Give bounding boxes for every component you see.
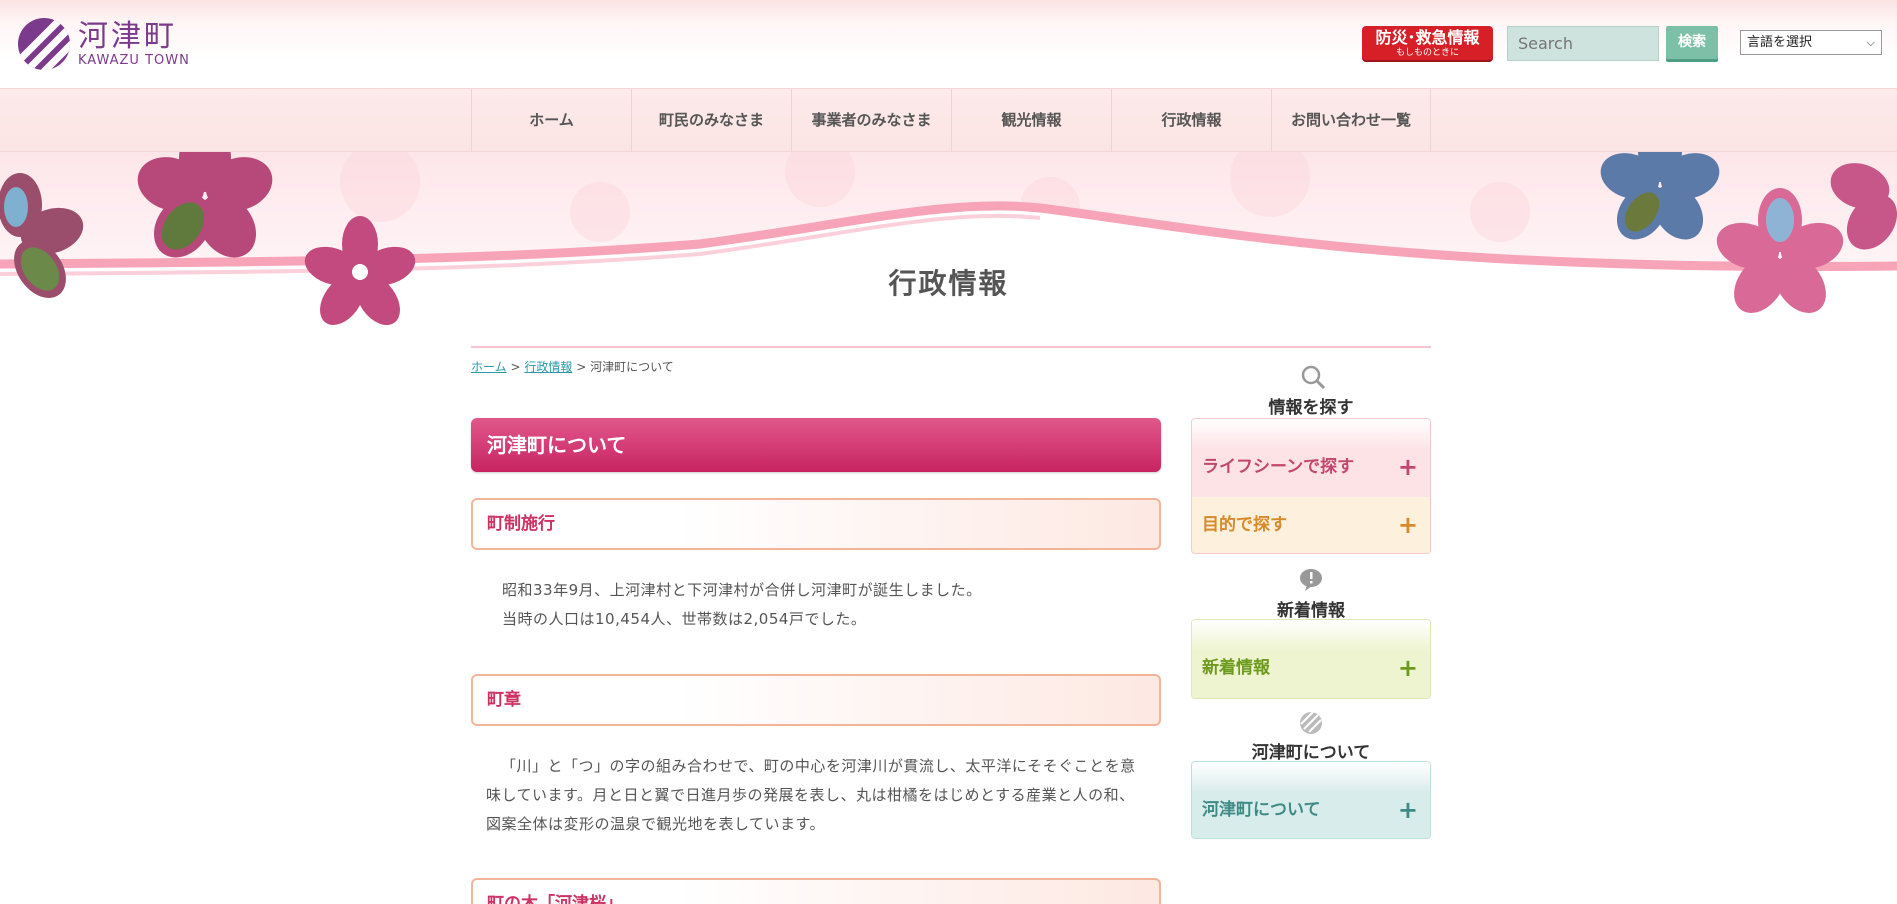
chevron-down-icon: ⌵: [1866, 36, 1875, 49]
section-heading-town-establishment: 町制施行: [471, 498, 1161, 550]
hero-banner: 行政情報: [0, 152, 1897, 332]
hero-title: 行政情報: [888, 267, 1009, 300]
content-divider: [471, 346, 1431, 348]
sidebar-about-box: 河津町について +: [1191, 761, 1431, 839]
sidebar-item-label: 新着情報: [1202, 658, 1270, 678]
plus-icon: +: [1397, 511, 1418, 539]
page-title: 河津町について: [471, 418, 1161, 472]
nav-item-administration[interactable]: 行政情報: [1111, 89, 1271, 152]
sidebar-news-title: 新着情報: [1277, 601, 1345, 621]
nav-item-residents[interactable]: 町民のみなさま: [631, 89, 791, 152]
magnifier-icon: [1301, 365, 1326, 390]
nav-item-home[interactable]: ホーム: [471, 89, 631, 152]
logo-title-en: KAWAZU TOWN: [78, 53, 190, 68]
global-nav: ホーム 町民のみなさま 事業者のみなさま 観光情報 行政情報 お問い合わせ一覧: [0, 88, 1897, 152]
breadcrumb-home-link[interactable]: ホーム: [471, 360, 507, 374]
kawazu-logo-icon: [18, 18, 70, 70]
plus-icon: +: [1397, 796, 1418, 824]
breadcrumb-separator: >: [510, 360, 521, 374]
sidebar-item-life-scene[interactable]: ライフシーンで探す +: [1192, 419, 1430, 497]
info-bubble-icon: [1300, 569, 1322, 591]
nav-item-tourism[interactable]: 観光情報: [951, 89, 1111, 152]
sidebar-news-box: 新着情報 +: [1191, 619, 1431, 699]
breadcrumb-separator: >: [576, 360, 587, 374]
sidebar-item-about[interactable]: 河津町について +: [1192, 762, 1430, 838]
search-button[interactable]: 検索: [1666, 26, 1718, 59]
emergency-info-button[interactable]: 防災･救急情報 もしものときに: [1362, 26, 1493, 60]
breadcrumb: ホーム > 行政情報 > 河津町について: [471, 358, 674, 375]
sidebar-item-label: ライフシーンで探す: [1202, 457, 1355, 477]
nav-item-businesses[interactable]: 事業者のみなさま: [791, 89, 951, 152]
logo-title-jp: 河津町: [78, 19, 177, 54]
section-heading-town-tree: 町の木「河津桜」: [471, 878, 1161, 904]
sidebar-item-label: 目的で探す: [1202, 515, 1287, 535]
section-text-town-emblem: 「川」と「つ」の字の組み合わせで、町の中心を河津川が貫流し、太平洋にそそぐことを…: [486, 752, 1136, 839]
nav-item-contact[interactable]: お問い合わせ一覧: [1271, 89, 1431, 152]
sidebar-find-box: ライフシーンで探す + 目的で探す +: [1191, 418, 1431, 554]
breadcrumb-section-link[interactable]: 行政情報: [524, 360, 572, 374]
emergency-label: 防災･救急情報: [1375, 28, 1480, 47]
paragraph-line: 「川」と「つ」の字の組み合わせで、町の中心を河津川が貫流し、太平洋にそそぐことを…: [486, 757, 1136, 833]
search-input[interactable]: [1507, 26, 1659, 61]
sidebar-item-news[interactable]: 新着情報 +: [1192, 620, 1430, 698]
section-heading-town-emblem: 町章: [471, 674, 1161, 726]
sidebar-item-purpose[interactable]: 目的で探す +: [1192, 497, 1430, 553]
sidebar-item-label: 河津町について: [1202, 800, 1321, 820]
language-select[interactable]: 言語を選択 ⌵: [1740, 30, 1882, 55]
site-header: 河津町 KAWAZU TOWN 防災･救急情報 もしものときに 検索 言語を選択…: [0, 0, 1897, 88]
site-logo[interactable]: 河津町 KAWAZU TOWN: [18, 18, 190, 70]
language-select-value: 言語を選択: [1747, 35, 1813, 50]
section-text-town-establishment: 昭和33年9月、上河津村と下河津村が合併し河津町が誕生しました。 当時の人口は1…: [502, 576, 1152, 634]
emergency-sublabel: もしものときに: [1395, 48, 1459, 58]
paragraph-line: 昭和33年9月、上河津村と下河津村が合併し河津町が誕生しました。: [502, 581, 982, 599]
paragraph-line: 当時の人口は10,454人、世帯数は2,054戸でした。: [502, 610, 867, 628]
hero-sakura-illustration: [0, 152, 1897, 332]
kawazu-logo-icon: [1300, 711, 1322, 734]
sidebar-about-title: 河津町について: [1251, 743, 1371, 763]
sidebar-find-title: 情報を探す: [1268, 398, 1354, 418]
plus-icon: +: [1397, 654, 1418, 682]
breadcrumb-current: 河津町について: [590, 360, 674, 374]
